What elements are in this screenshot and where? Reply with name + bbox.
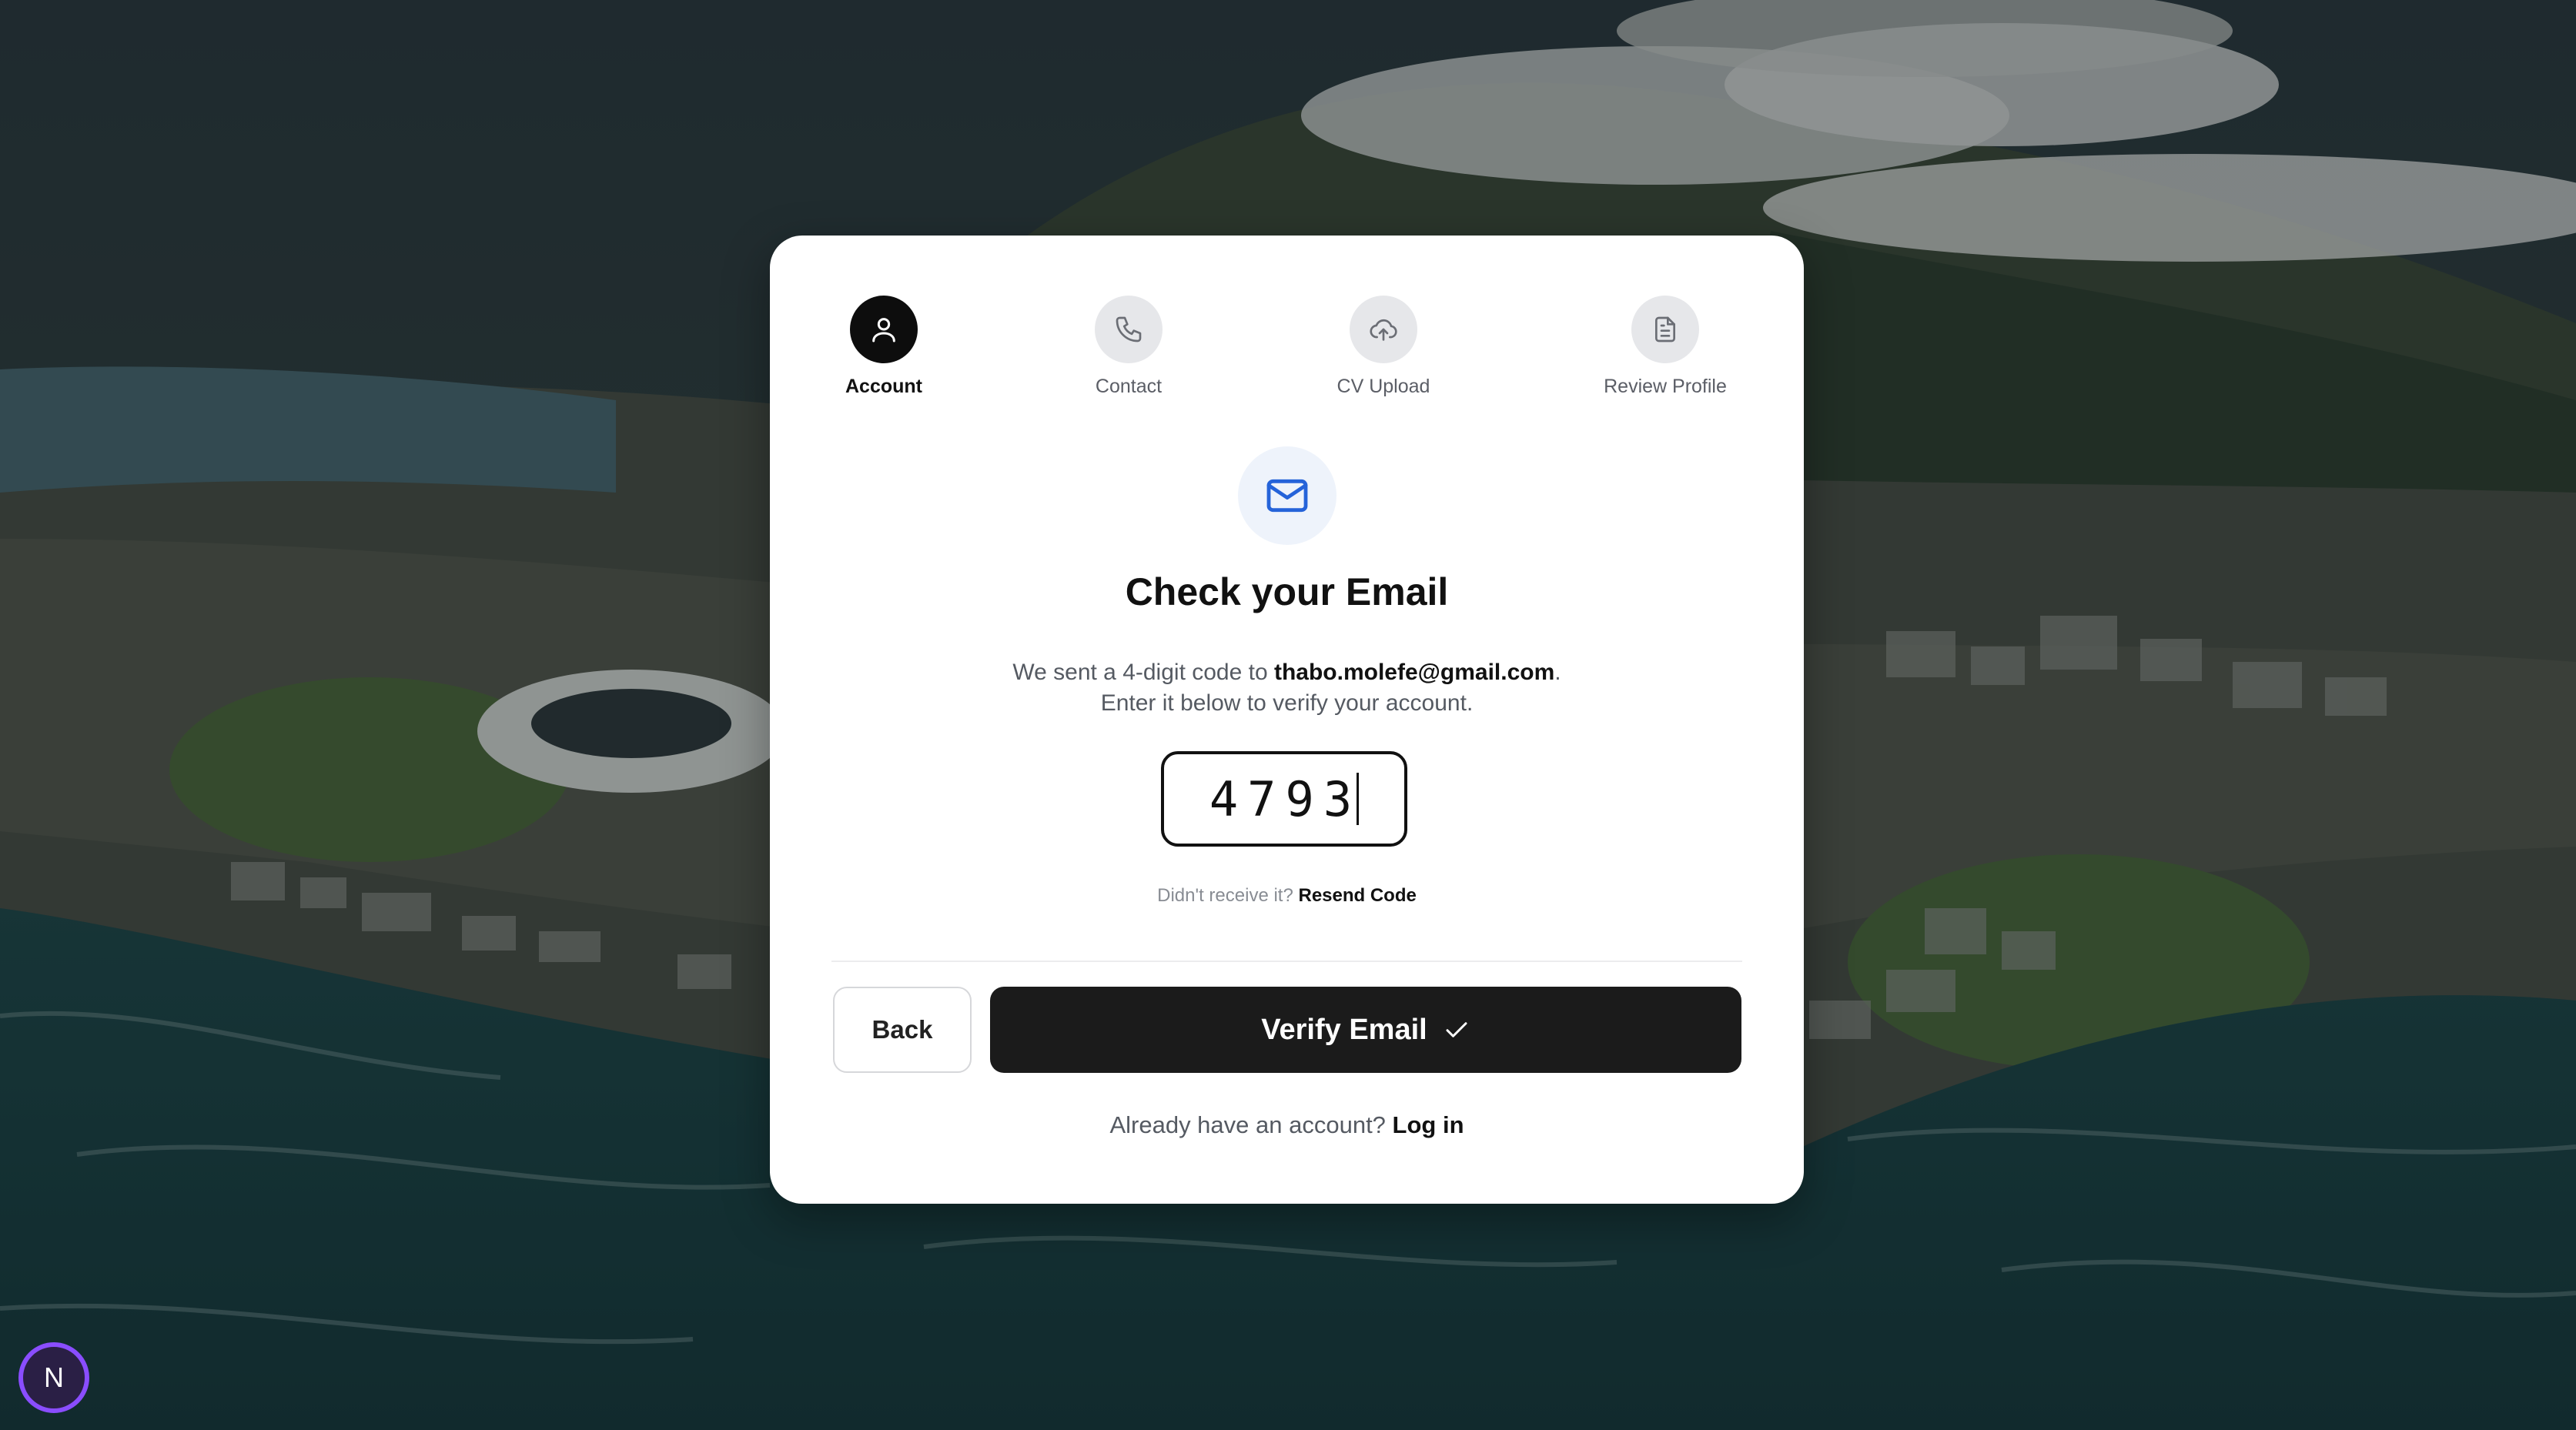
page-title: Check your Email [1125,570,1449,613]
mail-icon [1266,479,1308,513]
verify-email-modal: Account Contact CV Upload Review Profile… [770,236,1804,1204]
resend-prompt: Didn't receive it? [1157,885,1293,906]
verify-email-label: Verify Email [1261,1013,1427,1046]
cloud-upload-icon [1370,319,1397,341]
login-row: Already have an account? Log in [770,1111,1804,1139]
step-cv-upload-label: CV Upload [1337,376,1430,397]
step-cv-upload-circle [1350,296,1417,363]
step-review-profile-circle [1631,296,1699,363]
phone-icon [1116,316,1142,342]
divider [831,961,1742,962]
text-caret [1357,773,1360,825]
code-value: 4793 [1209,770,1362,827]
message-line2: Enter it below to verify your account. [1100,690,1474,716]
resend-code-link[interactable]: Resend Code [1298,885,1416,906]
login-link[interactable]: Log in [1393,1111,1464,1138]
message-email: thabo.molefe@gmail.com [1273,660,1555,685]
resend-row: Didn't receive it? Resend Code [770,885,1804,907]
back-button[interactable]: Back [833,987,972,1073]
check-icon [1446,1022,1467,1037]
step-cv-upload[interactable]: CV Upload [1291,296,1476,398]
message-suffix: . [1554,660,1561,685]
message-prefix: We sent a 4-digit code to [1012,660,1274,685]
verification-message: We sent a 4-digit code to thabo.molefe@g… [770,657,1804,719]
step-account-circle [850,296,918,363]
step-review-profile[interactable]: Review Profile [1573,296,1758,398]
verification-code-input[interactable]: 4793 [1161,751,1407,847]
step-account[interactable]: Account [791,296,976,398]
document-icon [1655,316,1675,342]
step-contact-label: Contact [1095,376,1163,397]
progress-stepper: Account Contact CV Upload Review Profile [770,296,1804,403]
badge-letter: N [44,1362,64,1393]
verify-email-button[interactable]: Verify Email [990,987,1741,1073]
step-contact-circle [1095,296,1163,363]
step-contact[interactable]: Contact [1036,296,1221,398]
mail-badge [1238,446,1337,545]
dev-tools-badge[interactable]: N [18,1342,89,1413]
step-account-label: Account [845,376,922,397]
step-review-profile-label: Review Profile [1604,376,1727,397]
user-icon [872,318,895,342]
login-prompt: Already have an account? [1109,1111,1386,1138]
